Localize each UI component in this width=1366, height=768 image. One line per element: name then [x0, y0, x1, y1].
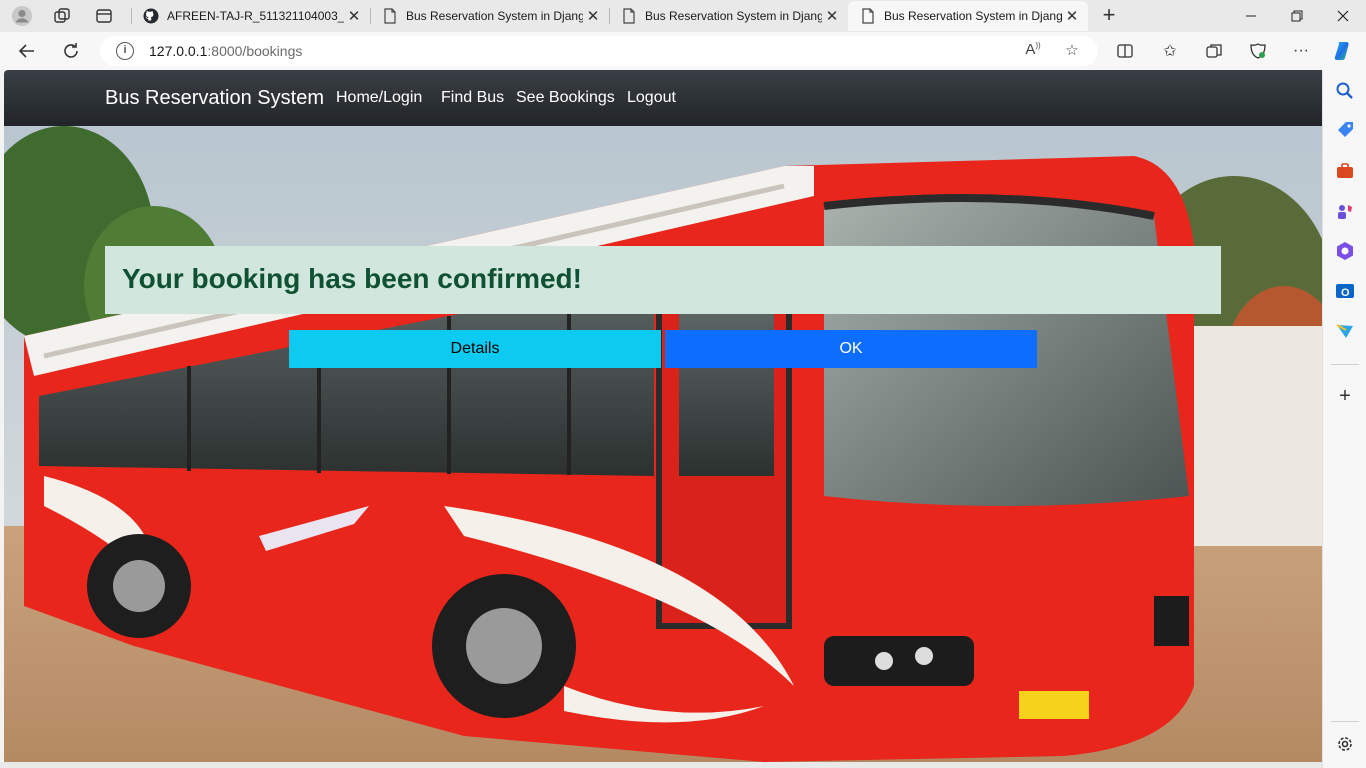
close-icon[interactable]: ✕ — [1062, 7, 1082, 25]
workspaces-icon[interactable] — [50, 4, 74, 28]
tab-bus-2[interactable]: Bus Reservation System in Djang ✕ — [609, 1, 848, 31]
favorite-star-icon[interactable]: ☆ — [1062, 41, 1082, 61]
back-icon[interactable] — [14, 38, 40, 64]
address-toolbar: i 127.0.0.1:8000/bookings A)) ☆ ✩ ··· — [0, 32, 1366, 70]
url-text[interactable]: 127.0.0.1:8000/bookings — [149, 43, 302, 59]
nav-logout[interactable]: Logout — [627, 89, 676, 107]
new-tab-icon[interactable]: + — [1097, 4, 1121, 28]
tab-github[interactable]: AFREEN-TAJ-R_511321104003_N ✕ — [131, 1, 370, 31]
close-icon[interactable]: ✕ — [822, 7, 842, 25]
close-window-icon[interactable] — [1320, 0, 1366, 32]
background-bus-image: Your booking has been confirmed! Details… — [4, 126, 1322, 762]
favorites-icon[interactable]: ✩ — [1157, 38, 1183, 64]
alert-message: Your booking has been confirmed! — [122, 263, 582, 294]
read-aloud-icon[interactable]: A)) — [1023, 41, 1043, 61]
search-icon[interactable] — [1335, 81, 1355, 101]
svg-text:O: O — [1341, 287, 1350, 299]
page-viewport: Bus Reservation System Home/Login Find B… — [4, 70, 1322, 762]
tools-briefcase-icon[interactable] — [1335, 161, 1355, 181]
close-icon[interactable]: ✕ — [583, 7, 603, 25]
edge-sidebar: O + — [1322, 70, 1366, 768]
page-icon — [382, 8, 398, 24]
settings-gear-icon[interactable] — [1335, 734, 1355, 754]
tab-bus-1[interactable]: Bus Reservation System in Djang ✕ — [370, 1, 609, 31]
booking-confirmed-alert: Your booking has been confirmed! — [105, 246, 1221, 314]
minimize-icon[interactable] — [1228, 0, 1274, 32]
tab-title: Bus Reservation System in Djang — [884, 9, 1062, 23]
browser-essentials-icon[interactable] — [1245, 38, 1271, 64]
shopping-tag-icon[interactable] — [1335, 121, 1355, 141]
outlook-icon[interactable]: O — [1335, 281, 1355, 301]
page-icon — [860, 8, 876, 24]
vertical-tabs-icon[interactable] — [92, 4, 116, 28]
close-icon[interactable]: ✕ — [344, 7, 364, 25]
page-icon — [621, 8, 637, 24]
site-navbar: Bus Reservation System Home/Login Find B… — [4, 70, 1322, 126]
games-icon[interactable] — [1335, 201, 1355, 221]
tab-strip: AFREEN-TAJ-R_511321104003_N ✕ Bus Reserv… — [0, 0, 1366, 32]
details-button[interactable]: Details — [289, 330, 661, 368]
add-icon[interactable]: + — [1335, 386, 1355, 406]
ok-button[interactable]: OK — [665, 330, 1037, 368]
more-menu-icon[interactable]: ··· — [1288, 38, 1314, 64]
split-screen-icon[interactable] — [1112, 38, 1138, 64]
profile-icon[interactable] — [10, 4, 34, 28]
tab-title: Bus Reservation System in Djang — [406, 9, 583, 23]
copilot-icon[interactable] — [1330, 38, 1356, 64]
github-icon — [143, 8, 159, 24]
nav-see-bookings[interactable]: See Bookings — [516, 89, 615, 107]
send-icon[interactable] — [1335, 321, 1355, 341]
brand-link[interactable]: Bus Reservation System — [105, 87, 324, 110]
tab-title: AFREEN-TAJ-R_511321104003_N — [167, 9, 344, 23]
copilot-hex-icon[interactable] — [1335, 241, 1355, 261]
collections-icon[interactable] — [1201, 38, 1227, 64]
restore-icon[interactable] — [1274, 0, 1320, 32]
tab-bus-active[interactable]: Bus Reservation System in Djang ✕ — [848, 1, 1088, 31]
refresh-icon[interactable] — [58, 38, 84, 64]
site-info-icon[interactable]: i — [116, 42, 134, 60]
nav-find-bus[interactable]: Find Bus — [441, 89, 504, 107]
nav-home-login[interactable]: Home/Login — [336, 89, 422, 107]
bus-illustration — [4, 126, 1322, 762]
address-bar[interactable]: i 127.0.0.1:8000/bookings A)) ☆ — [100, 36, 1098, 66]
window-bottom-edge — [0, 762, 1322, 768]
tab-title: Bus Reservation System in Djang — [645, 9, 822, 23]
